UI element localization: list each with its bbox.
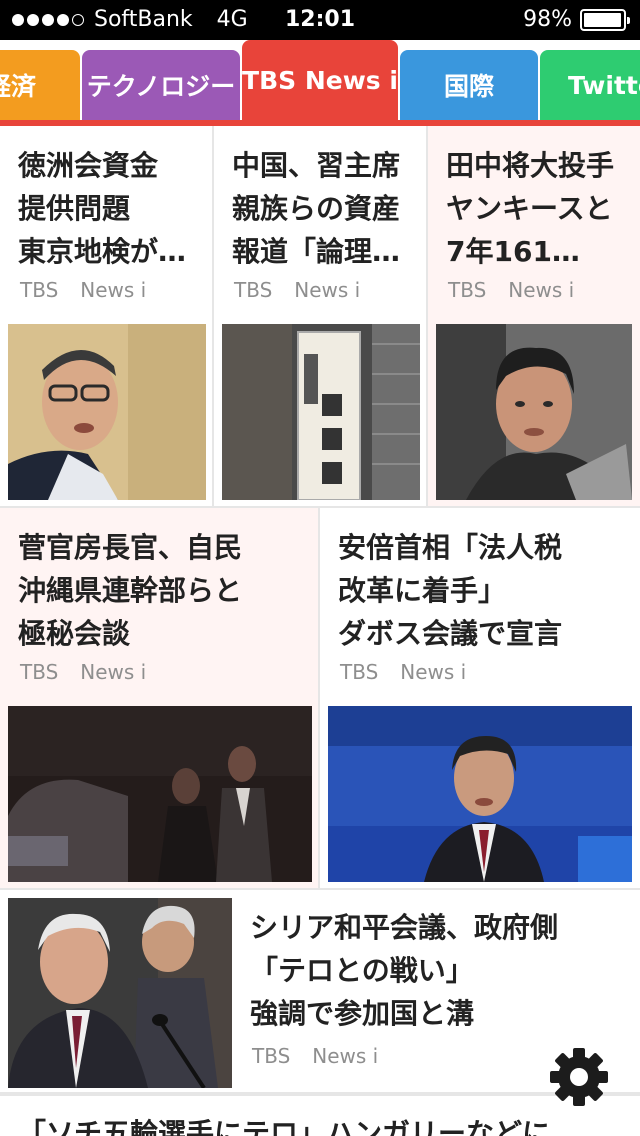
tab-economy[interactable]: 経済 <box>0 50 80 120</box>
tab-label: Twitte <box>568 70 640 100</box>
tab-international[interactable]: 国際 <box>400 50 538 120</box>
article-card[interactable]: 安倍首相「法人税 改革に着手」 ダボス会議で宣言 TBS News i <box>320 508 640 890</box>
tab-label: TBS News i <box>242 65 398 95</box>
article-source: TBS News i <box>340 660 467 684</box>
article-card[interactable]: 中国、習主席 親族らの資産 報道「論理… TBS News i <box>214 126 428 508</box>
article-source: TBS News i <box>20 660 147 684</box>
article-title: 徳洲会資金 提供問題 東京地検が… <box>18 149 187 268</box>
article-thumbnail <box>436 324 632 500</box>
article-title: シリア和平会議、政府側 「テロとの戦い」 強調で参加国と溝 <box>250 911 559 1030</box>
battery-percent: 98% <box>523 7 572 32</box>
article-thumbnail <box>8 324 206 500</box>
article-card[interactable]: 菅官房長官、自民 沖縄県連幹部らと 極秘会談 TBS News i <box>0 508 320 890</box>
tab-tbs-news-i[interactable]: TBS News i <box>242 40 398 120</box>
tab-label: テクノロジー <box>86 72 236 101</box>
article-card[interactable]: シリア和平会議、政府側 「テロとの戦い」 強調で参加国と溝 TBS News i <box>0 890 640 1094</box>
article-source: TBS News i <box>252 1044 379 1068</box>
article-title: 菅官房長官、自民 沖縄県連幹部らと 極秘会談 <box>18 531 243 650</box>
article-thumbnail <box>8 706 312 882</box>
article-card[interactable]: 田中将大投手 ヤンキースと 7年161… TBS News i <box>428 126 640 508</box>
tab-twitter[interactable]: Twitte <box>540 50 640 120</box>
article-source: TBS News i <box>448 278 575 302</box>
article-thumbnail <box>328 706 632 882</box>
article-title: 田中将大投手 ヤンキースと 7年161… <box>446 149 615 268</box>
category-tabs: 経済 テクノロジー TBS News i 国際 Twitte <box>0 40 640 126</box>
tab-label: 国際 <box>443 72 494 101</box>
tab-label: 経済 <box>0 72 36 101</box>
article-source: TBS News i <box>234 278 361 302</box>
article-card[interactable]: 徳洲会資金 提供問題 東京地検が… TBS News i <box>0 126 214 508</box>
tab-technology[interactable]: テクノロジー <box>82 50 240 120</box>
article-title: 安倍首相「法人税 改革に着手」 ダボス会議で宣言 <box>338 531 563 650</box>
article-card[interactable]: 「ソチ五輪選手にテロ」ハンガリーなどに <box>0 1094 640 1136</box>
article-title: 「ソチ五輪選手にテロ」ハンガリーなどに <box>18 1117 551 1136</box>
article-source: TBS News i <box>20 278 147 302</box>
article-title: 中国、習主席 親族らの資産 報道「論理… <box>232 149 401 268</box>
battery-icon <box>580 8 630 31</box>
status-bar-right: 98% <box>523 7 630 32</box>
status-bar: SoftBank 4G 12:01 98% <box>0 0 640 40</box>
article-thumbnail <box>8 898 232 1088</box>
article-thumbnail <box>222 324 420 500</box>
gear-icon[interactable] <box>548 1046 610 1108</box>
